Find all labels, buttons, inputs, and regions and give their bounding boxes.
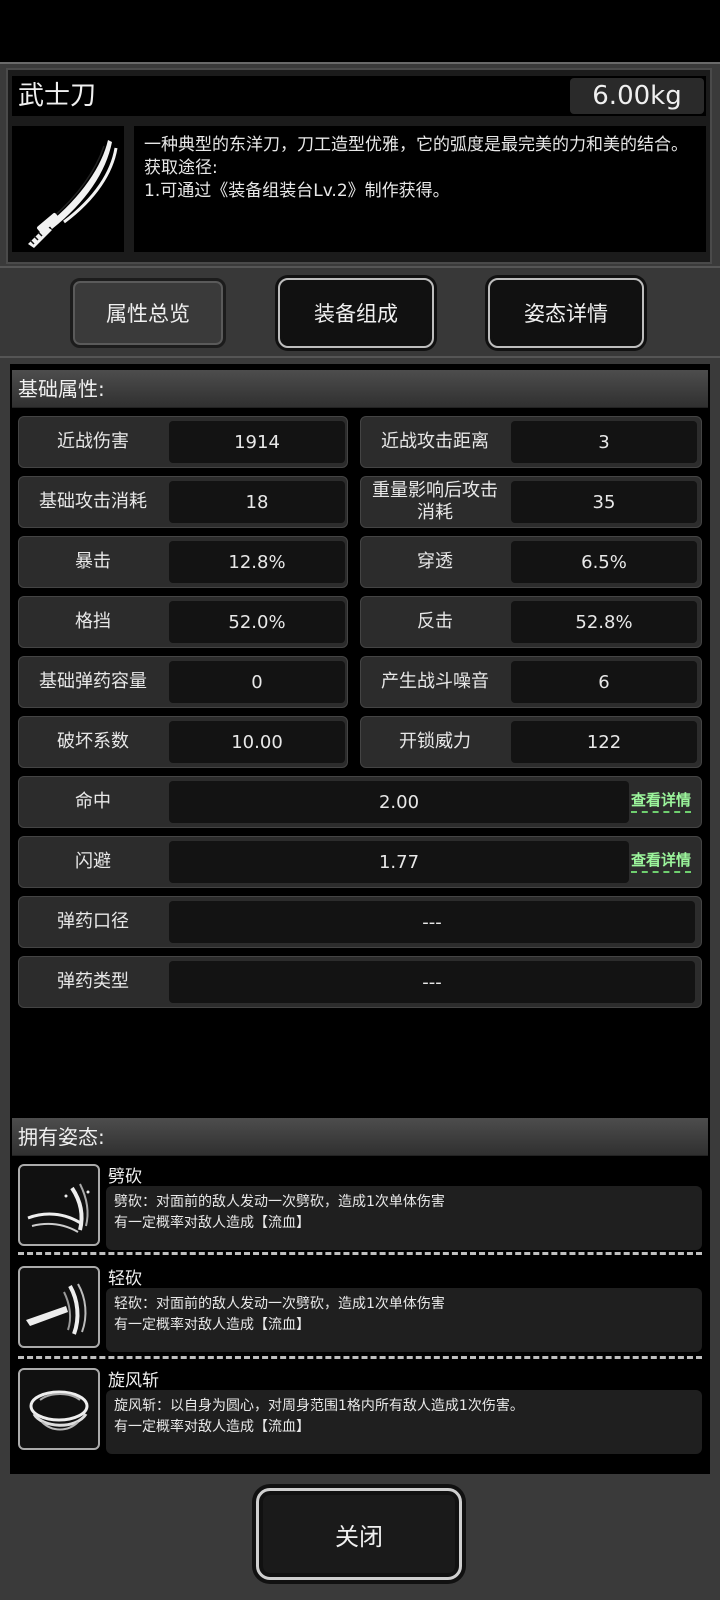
stat-base-attack-cost: 基础攻击消耗 18 [18, 476, 348, 528]
stat-value: 122 [511, 721, 697, 763]
stat-value: 6 [511, 661, 697, 703]
stat-label: 近战伤害 [57, 431, 129, 452]
tab-equipment-composition[interactable]: 装备组成 [278, 278, 434, 348]
stat-ammo-capacity: 基础弹药容量 0 [18, 656, 348, 708]
stat-label: 穿透 [417, 551, 453, 572]
stat-ammo-type: 弹药类型 --- [18, 956, 702, 1008]
stat-label: 基础弹药容量 [39, 671, 147, 692]
stat-value: 52.8% [511, 601, 697, 643]
stat-label: 暴击 [75, 551, 111, 572]
stat-melee-damage: 近战伤害 1914 [18, 416, 348, 468]
item-weight: 6.00kg [570, 78, 704, 114]
base-attributes-heading: 基础属性: [12, 370, 708, 408]
stat-label: 开锁威力 [399, 731, 471, 752]
acquisition-method: 1.可通过《装备组装台Lv.2》制作获得。 [144, 181, 450, 201]
stance-bleed-note: 有一定概率对敌人造成【流血】 [114, 1419, 310, 1435]
stat-label: 基础攻击消耗 [39, 491, 147, 512]
stat-value: 3 [511, 421, 697, 463]
stat-destruction: 破坏系数 10.00 [18, 716, 348, 768]
stat-value: 52.0% [169, 601, 345, 643]
tab-attributes-overview[interactable]: 属性总览 [70, 278, 226, 348]
description-text: 一种典型的东洋刀，刀工造型优雅，它的弧度是最完美的力和美的结合。 [144, 135, 688, 155]
stance-description: 轻砍：对面前的敌人发动一次劈砍，造成1次单体伤害 有一定概率对敌人造成【流血】 [106, 1288, 702, 1352]
whirlwind-icon [18, 1368, 100, 1450]
stances-heading: 拥有姿态: [12, 1118, 708, 1156]
stat-value: 1.77 [169, 841, 629, 883]
stat-ammo-caliber: 弹药口径 --- [18, 896, 702, 948]
stat-label: 重量影响后攻击消耗 [372, 480, 498, 523]
stat-value: 35 [511, 481, 697, 523]
stat-combat-noise: 产生战斗噪音 6 [360, 656, 702, 708]
stat-accuracy: 命中 2.00 查看详情 [18, 776, 702, 828]
stance-effect: 劈砍：对面前的敌人发动一次劈砍，造成1次单体伤害 [114, 1194, 445, 1210]
stance-item: 劈砍 劈砍：对面前的敌人发动一次劈砍，造成1次单体伤害 有一定概率对敌人造成【流… [14, 1156, 706, 1256]
stat-label: 弹药类型 [57, 971, 129, 992]
stat-melee-range: 近战攻击距离 3 [360, 416, 702, 468]
stance-item: 旋风斩 旋风斩：以自身为圆心，对周身范围1格内所有敌人造成1次伤害。 有一定概率… [14, 1360, 706, 1460]
stance-bleed-note: 有一定概率对敌人造成【流血】 [114, 1317, 310, 1333]
stat-value: 12.8% [169, 541, 345, 583]
stat-value: --- [169, 961, 695, 1003]
stat-label: 反击 [417, 611, 453, 632]
stat-lockpick-power: 开锁威力 122 [360, 716, 702, 768]
stat-value: 1914 [169, 421, 345, 463]
stat-label: 格挡 [75, 611, 111, 632]
stance-effect: 旋风斩：以自身为圆心，对周身范围1格内所有敌人造成1次伤害。 [114, 1398, 524, 1414]
stat-label: 近战攻击距离 [381, 431, 489, 452]
stat-label: 破坏系数 [57, 731, 129, 752]
stat-penetration: 穿透 6.5% [360, 536, 702, 588]
tab-stance-details[interactable]: 姿态详情 [488, 278, 644, 348]
stat-counter: 反击 52.8% [360, 596, 702, 648]
close-button[interactable]: 关闭 [256, 1488, 462, 1580]
stance-item: 轻砍 轻砍：对面前的敌人发动一次劈砍，造成1次单体伤害 有一定概率对敌人造成【流… [14, 1258, 706, 1358]
stance-description: 旋风斩：以自身为圆心，对周身范围1格内所有敌人造成1次伤害。 有一定概率对敌人造… [106, 1390, 702, 1454]
slash-icon [18, 1164, 100, 1246]
stat-critical: 暴击 12.8% [18, 536, 348, 588]
stance-effect: 轻砍：对面前的敌人发动一次劈砍，造成1次单体伤害 [114, 1296, 445, 1312]
stance-name: 旋风斩 [108, 1371, 159, 1391]
stat-evasion: 闪避 1.77 查看详情 [18, 836, 702, 888]
stat-label: 弹药口径 [57, 911, 129, 932]
stat-label: 命中 [75, 791, 111, 812]
item-description: 一种典型的东洋刀，刀工造型优雅，它的弧度是最完美的力和美的结合。 获取途径: 1… [134, 126, 706, 252]
stance-divider [18, 1252, 702, 1255]
stat-value: 0 [169, 661, 345, 703]
stat-value: 10.00 [169, 721, 345, 763]
katana-icon [12, 126, 124, 252]
stat-weighted-attack-cost: 重量影响后攻击消耗 35 [360, 476, 702, 528]
stance-divider [18, 1356, 702, 1359]
stat-block: 格挡 52.0% [18, 596, 348, 648]
stat-value: --- [169, 901, 695, 943]
stat-label: 产生战斗噪音 [381, 671, 489, 692]
stance-name: 轻砍 [108, 1269, 142, 1289]
acquisition-heading: 获取途径: [144, 158, 218, 178]
stance-bleed-note: 有一定概率对敌人造成【流血】 [114, 1215, 310, 1231]
light-slash-icon [18, 1266, 100, 1348]
accuracy-details-link[interactable]: 查看详情 [630, 789, 691, 813]
stat-value: 18 [169, 481, 345, 523]
stat-value: 2.00 [169, 781, 629, 823]
stat-label: 闪避 [75, 851, 111, 872]
stance-name: 劈砍 [108, 1167, 142, 1187]
item-name: 武士刀 [18, 81, 97, 111]
stat-value: 6.5% [511, 541, 697, 583]
evasion-details-link[interactable]: 查看详情 [630, 849, 691, 873]
stance-description: 劈砍：对面前的敌人发动一次劈砍，造成1次单体伤害 有一定概率对敌人造成【流血】 [106, 1186, 702, 1250]
